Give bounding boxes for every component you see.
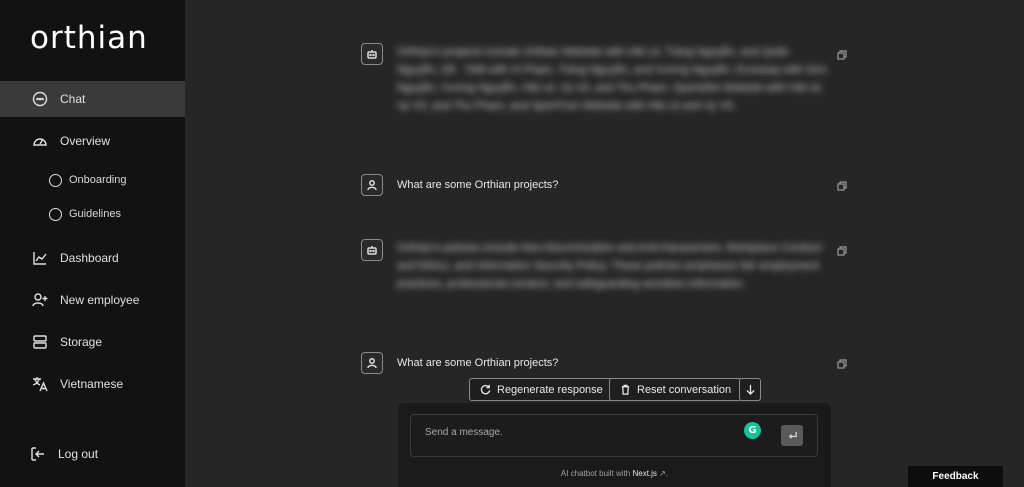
message-user: What are some Orthian projects? xyxy=(361,352,847,374)
sidebar-item-storage[interactable]: Storage xyxy=(0,324,185,360)
message-text: What are some Orthian projects? xyxy=(397,179,559,191)
sidebar-item-label: Chat xyxy=(60,92,86,106)
copy-icon[interactable] xyxy=(837,243,847,256)
sidebar-item-onboarding[interactable]: Onboarding xyxy=(0,168,185,192)
sidebar-item-label: Guidelines xyxy=(69,208,121,220)
arrow-down-icon xyxy=(745,384,755,395)
message-input[interactable] xyxy=(425,427,725,438)
logout-button[interactable]: Log out xyxy=(0,436,185,472)
user-avatar-icon xyxy=(361,352,383,374)
user-plus-icon xyxy=(32,292,48,308)
sidebar-item-vietnamese[interactable]: Vietnamese xyxy=(0,366,185,402)
sidebar-item-chat[interactable]: Chat xyxy=(0,81,185,117)
sidebar-item-label: Vietnamese xyxy=(60,377,124,391)
message-bot: Orthian's policies include Non-Discrimin… xyxy=(361,239,847,311)
regenerate-label: Regenerate response xyxy=(497,383,603,396)
scroll-down-button[interactable] xyxy=(739,378,761,401)
message-text: What are some Orthian projects? xyxy=(397,357,559,369)
reset-conversation-button[interactable]: Reset conversation xyxy=(609,378,743,401)
sidebar-item-label: Overview xyxy=(60,134,111,148)
composer: G AI chatbot built with Next.js ↗. xyxy=(398,403,831,487)
enter-icon xyxy=(788,431,797,439)
footer-suffix: ↗. xyxy=(659,469,669,478)
copy-icon[interactable] xyxy=(837,47,847,60)
copy-icon[interactable] xyxy=(837,178,847,191)
message-user: What are some Orthian projects? xyxy=(361,174,847,196)
sidebar-item-label: New employee xyxy=(60,293,140,307)
message-input-box: G xyxy=(410,414,818,457)
storage-icon xyxy=(32,334,48,350)
circle-icon xyxy=(49,173,62,187)
bot-avatar-icon xyxy=(361,239,383,261)
bot-avatar-icon xyxy=(361,43,383,65)
sidebar-item-label: Storage xyxy=(60,335,103,349)
footer-prefix: AI chatbot built with xyxy=(560,469,631,478)
sidebar: orthian Chat Overview Onboarding Guideli… xyxy=(0,0,185,487)
regenerate-button[interactable]: Regenerate response xyxy=(469,378,614,401)
sidebar-item-new-employee[interactable]: New employee xyxy=(0,282,185,318)
nextjs-link[interactable]: Next.js xyxy=(632,469,656,478)
sidebar-item-label: Dashboard xyxy=(60,251,119,265)
footer-note: AI chatbot built with Next.js ↗. xyxy=(398,469,831,478)
trash-icon xyxy=(621,384,630,395)
send-button[interactable] xyxy=(781,425,803,446)
feedback-button[interactable]: Feedback xyxy=(908,466,1003,487)
message-bot: Orthian's projects include Orthian Websi… xyxy=(361,43,847,133)
line-chart-icon xyxy=(32,250,48,266)
sidebar-item-overview[interactable]: Overview xyxy=(0,123,185,159)
user-avatar-icon xyxy=(361,174,383,196)
app-logo[interactable]: orthian xyxy=(30,20,148,56)
sidebar-item-guidelines[interactable]: Guidelines xyxy=(0,202,185,226)
sidebar-item-dashboard[interactable]: Dashboard xyxy=(0,240,185,276)
refresh-icon xyxy=(480,384,491,395)
logout-icon xyxy=(30,446,46,462)
logout-label: Log out xyxy=(58,447,99,461)
grammarly-icon[interactable]: G xyxy=(744,422,761,439)
message-text: Orthian's policies include Non-Discrimin… xyxy=(397,242,822,290)
message-text: Orthian's projects include Orthian Websi… xyxy=(397,46,827,112)
language-icon xyxy=(32,376,48,392)
reset-label: Reset conversation xyxy=(637,383,732,396)
chat-bubble-icon xyxy=(32,91,48,107)
copy-icon[interactable] xyxy=(837,356,847,369)
sidebar-item-label: Onboarding xyxy=(69,174,127,186)
circle-icon xyxy=(49,207,62,221)
gauge-icon xyxy=(32,133,48,149)
